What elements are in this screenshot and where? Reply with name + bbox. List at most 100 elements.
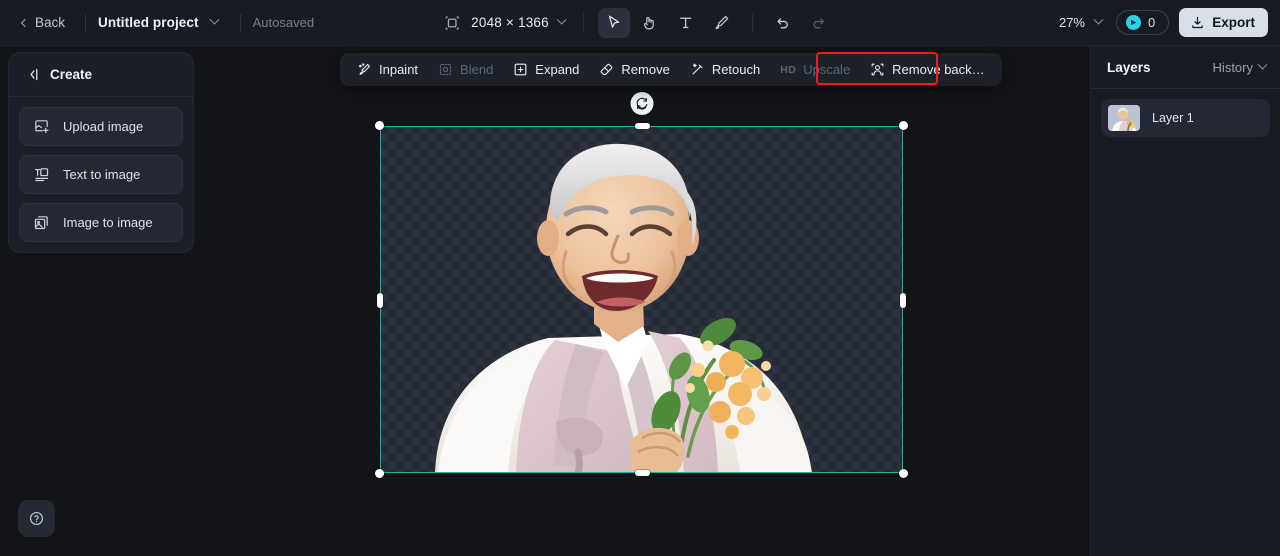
sidebar-item-label: Image to image <box>63 215 153 230</box>
layers-panel-header: Layers History <box>1091 46 1280 89</box>
divider <box>239 13 241 32</box>
chevron-down-icon <box>209 14 220 25</box>
cursor-arrow-icon <box>608 15 620 28</box>
image-editor-app: Back Untitled project Autosaved 2048 × 1… <box>0 0 1280 556</box>
resize-handle-bottom-right[interactable] <box>899 469 908 478</box>
blend-button: Blend <box>429 56 502 83</box>
selected-layer-frame[interactable] <box>375 92 908 478</box>
resize-handle-left[interactable] <box>377 292 383 308</box>
credits-count: 0 <box>1148 15 1156 30</box>
resize-handle-top[interactable] <box>634 123 650 129</box>
coin-icon <box>1126 15 1141 30</box>
top-bar-center: 2048 × 1366 <box>443 0 837 45</box>
redo-arrow-icon <box>813 18 825 29</box>
zoom-dropdown[interactable]: 27% <box>1053 11 1106 34</box>
remove-button[interactable]: Remove <box>590 56 678 83</box>
remove-background-label: Remove back… <box>892 62 985 77</box>
ai-actions-toolbar: Inpaint Blend Expand Remove Retouch HD U… <box>340 53 1002 86</box>
back-label: Back <box>35 15 66 30</box>
layer-thumbnail <box>1108 105 1140 131</box>
expand-button[interactable]: Expand <box>504 56 588 83</box>
retouch-button[interactable]: Retouch <box>681 56 769 83</box>
resize-handle-bottom-left[interactable] <box>375 469 384 478</box>
inpaint-button[interactable]: Inpaint <box>348 56 427 83</box>
canvas-size-label: 2048 × 1366 <box>471 15 549 30</box>
text-tool[interactable] <box>670 8 702 38</box>
upscale-label: Upscale <box>803 62 851 77</box>
sidebar-item-text-to-image[interactable]: Text to image <box>19 155 183 194</box>
canvas-size-dropdown[interactable] <box>549 14 571 30</box>
retouch-label: Retouch <box>711 62 761 77</box>
top-bar-right: 27% 0 Export <box>1053 0 1268 45</box>
inpaint-label: Inpaint <box>379 62 419 77</box>
sidebar-item-label: Text to image <box>63 167 141 182</box>
project-menu-button[interactable] <box>199 14 228 30</box>
brush-tool[interactable] <box>706 8 738 38</box>
undo-button[interactable] <box>767 8 799 38</box>
inpaint-brush-icon <box>359 63 371 75</box>
resize-handle-top-right[interactable] <box>899 121 908 130</box>
divider <box>582 12 584 33</box>
remove-background-button[interactable]: Remove back… <box>861 56 993 83</box>
divider <box>751 12 753 33</box>
layer-name: Layer 1 <box>1152 111 1194 125</box>
autosave-status: Autosaved <box>252 15 315 30</box>
eraser-icon <box>601 63 613 76</box>
collapse-panel-icon[interactable] <box>24 66 41 83</box>
canvas-area[interactable] <box>196 46 1090 556</box>
top-bar: Back Untitled project Autosaved 2048 × 1… <box>0 0 1280 46</box>
divider <box>85 13 87 32</box>
tab-layers[interactable]: Layers <box>1107 60 1151 75</box>
select-tool[interactable] <box>597 7 630 38</box>
layers-list: Layer 1 <box>1091 89 1280 147</box>
text-to-image-icon <box>34 168 49 182</box>
create-panel-header: Create <box>9 53 193 97</box>
image-to-image-icon <box>34 216 48 230</box>
remove-background-icon <box>871 63 884 76</box>
layer-image[interactable] <box>380 126 903 473</box>
export-label: Export <box>1212 15 1255 30</box>
back-button[interactable]: Back <box>14 10 73 35</box>
project-title: Untitled project <box>98 15 199 30</box>
chevron-down-icon <box>556 14 567 25</box>
chevron-left-icon <box>20 18 30 27</box>
sidebar-item-label: Upload image <box>63 119 144 134</box>
remove-label: Remove <box>621 62 670 77</box>
list-item[interactable]: Layer 1 <box>1101 99 1270 137</box>
resize-handle-right[interactable] <box>900 292 906 308</box>
top-bar-left: Back Untitled project Autosaved <box>0 0 314 45</box>
layer-thumbnail-image <box>1108 105 1140 131</box>
resize-handle-top-left[interactable] <box>375 121 384 130</box>
chevron-down-icon <box>1093 14 1104 25</box>
create-panel-body: Upload image Text to image Image to imag… <box>9 97 193 252</box>
blend-label: Blend <box>460 62 494 77</box>
upscale-button: HD Upscale <box>771 56 859 83</box>
paintbrush-icon <box>715 15 729 30</box>
expand-label: Expand <box>535 62 580 77</box>
create-panel-title: Create <box>50 67 93 82</box>
help-question-icon <box>29 511 44 526</box>
tab-history-label: History <box>1212 60 1253 75</box>
export-button[interactable]: Export <box>1179 8 1268 37</box>
hand-icon <box>644 16 654 30</box>
create-panel: Create Upload image Text to image Image … <box>8 52 194 253</box>
tab-history[interactable]: History <box>1212 59 1268 75</box>
sidebar-item-image-to-image[interactable]: Image to image <box>19 203 183 242</box>
zoom-level-label: 27% <box>1058 15 1085 30</box>
canvas-resize-icon <box>445 15 459 30</box>
magic-wand-icon <box>692 63 703 75</box>
download-icon <box>1192 16 1204 29</box>
blend-frame-icon <box>439 63 452 76</box>
layers-panel: Layers History Layer 1 <box>1090 46 1280 556</box>
subject-illustration <box>435 143 812 473</box>
help-button[interactable] <box>18 500 55 537</box>
rotate-handle[interactable] <box>630 92 653 115</box>
text-T-icon <box>680 17 692 29</box>
credits-badge[interactable]: 0 <box>1116 10 1170 35</box>
hand-tool[interactable] <box>634 8 666 38</box>
chevron-down-icon <box>1257 59 1268 70</box>
sidebar-item-upload-image[interactable]: Upload image <box>19 107 183 146</box>
redo-button <box>803 8 835 38</box>
expand-frame-icon <box>514 63 527 76</box>
resize-handle-bottom[interactable] <box>634 470 650 476</box>
